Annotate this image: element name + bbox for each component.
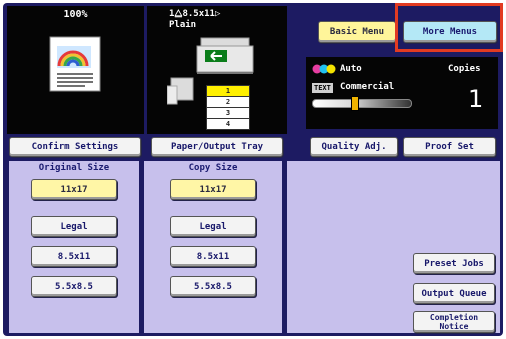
document-type-label: Commercial [340,82,395,92]
completion-notice-button[interactable]: Completion Notice [413,311,495,333]
tray-1: 1 [206,85,250,97]
tray-2: 2 [206,97,250,108]
copy-size-panel: Copy Size 11x17 Legal 8.5x11 5.5x8.5 [144,161,282,333]
mode-badge: TEXT [312,83,333,93]
more-menus-highlight [395,3,503,52]
copier-touch-screen: 100% 1⧋8.5x11▷ Plain 1 2 3 4 Basic Menu … [3,3,503,336]
copy-size-option-11x17[interactable]: 11x17 [170,179,256,200]
confirm-settings-button[interactable]: Confirm Settings [9,137,141,157]
original-document-icon [49,36,101,92]
status-panel: Auto TEXT Commercial Copies 1 [306,57,498,129]
basic-menu-button[interactable]: Basic Menu [318,21,396,43]
paper-type-label: Plain [169,20,197,30]
copy-size-option-5-5x8-5[interactable]: 5.5x8.5 [170,276,256,297]
copy-size-option-legal[interactable]: Legal [170,216,256,237]
original-size-option-8-5x11[interactable]: 8.5x11 [31,246,117,267]
tray-4: 4 [206,119,250,130]
original-size-panel: Original Size 11x17 Legal 8.5x11 5.5x8.5 [9,161,139,333]
copy-size-option-8-5x11[interactable]: 8.5x11 [170,246,256,267]
original-size-option-legal[interactable]: Legal [31,216,117,237]
copies-count: 1 [468,85,484,113]
proof-set-button[interactable]: Proof Set [403,137,496,157]
original-size-option-11x17[interactable]: 11x17 [31,179,117,200]
original-size-option-5-5x8-5[interactable]: 5.5x8.5 [31,276,117,297]
tray-list: 1 2 3 4 [206,85,250,130]
color-mode-icon [312,64,336,74]
copy-size-title: Copy Size [188,163,238,173]
output-queue-button[interactable]: Output Queue [413,283,495,304]
right-options-panel: Preset Jobs Output Queue Completion Noti… [287,161,500,333]
quality-adj-button[interactable]: Quality Adj. [310,137,398,157]
original-preview-panel: 100% [7,6,144,134]
preset-jobs-button[interactable]: Preset Jobs [413,253,495,274]
density-slider[interactable] [312,99,412,108]
paper-size-label: 1⧋8.5x11▷ [169,9,221,19]
color-mode-label: Auto [340,64,362,74]
paper-output-tray-button[interactable]: Paper/Output Tray [151,137,283,157]
tray-3: 3 [206,108,250,119]
copies-label: Copies [448,64,481,74]
density-slider-handle[interactable] [351,96,359,111]
original-size-title: Original Size [38,163,110,173]
zoom-label: 100% [63,9,88,20]
